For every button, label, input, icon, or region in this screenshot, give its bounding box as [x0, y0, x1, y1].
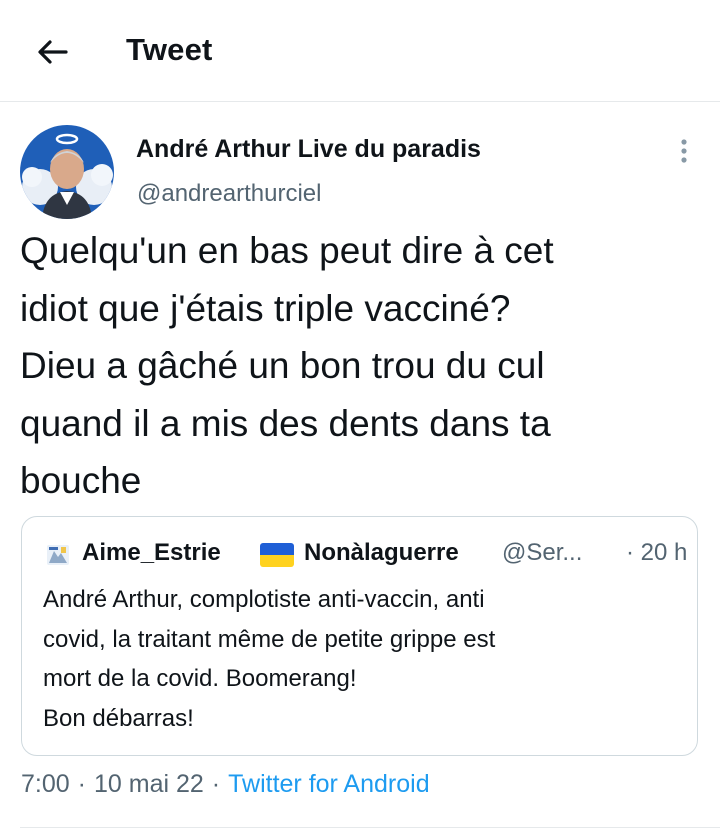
quoted-tweet-text: André Arthur, complotiste anti-vaccin, a… [43, 586, 496, 732]
quoted-author-name-suffix: Nonàlaguerre [304, 539, 459, 566]
quoted-timestamp: · 20 h [626, 539, 688, 566]
author-name[interactable]: André Arthur Live du paradis [136, 135, 481, 164]
author-handle[interactable]: @andrearthurciel [137, 180, 321, 208]
more-options-icon[interactable] [670, 134, 698, 168]
quoted-author-name: Aime_Estrie [82, 539, 221, 566]
tweet-source-link[interactable]: Twitter for Android [228, 770, 429, 798]
quoted-tweet[interactable]: Aime_Estrie Nonàlaguerre @Ser... · 20 h … [21, 516, 698, 756]
quoted-avatar-icon [47, 545, 69, 565]
meta-separator: · [211, 770, 221, 798]
divider [20, 827, 720, 828]
arrow-left-icon[interactable] [34, 34, 70, 70]
author-avatar[interactable] [20, 125, 114, 219]
tweet-time: 7:00 [21, 770, 70, 798]
tweet-text: Quelqu'un en bas peut dire à cet idiot q… [20, 230, 554, 501]
tweet-metadata: 7:00 · 10 mai 22 · Twitter for Android [21, 770, 430, 799]
page-title: Tweet [126, 32, 213, 67]
ukraine-flag-icon [260, 543, 294, 567]
quoted-author-handle: @Ser... [502, 539, 583, 566]
top-bar: Tweet [0, 0, 720, 102]
tweet-date: 10 mai 22 [94, 770, 204, 798]
meta-separator: · [77, 770, 86, 798]
